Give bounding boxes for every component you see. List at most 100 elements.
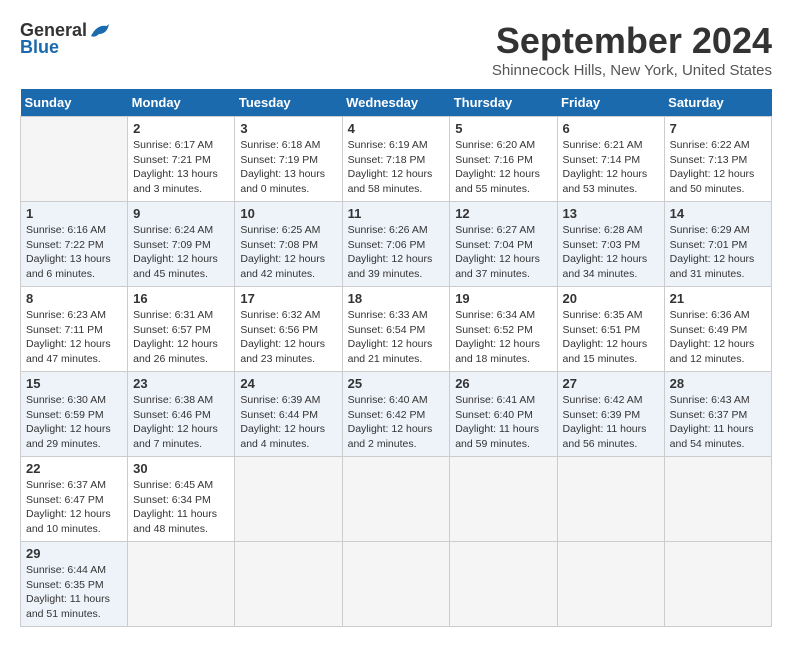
table-row: 8 Sunrise: 6:23 AM Sunset: 7:11 PM Daylig…: [21, 287, 128, 372]
table-row: [557, 542, 664, 627]
day-detail: Sunrise: 6:30 AM Sunset: 6:59 PM Dayligh…: [26, 393, 122, 452]
day-number: 16: [133, 291, 229, 306]
day-number: 21: [670, 291, 766, 306]
day-detail: Sunrise: 6:26 AM Sunset: 7:06 PM Dayligh…: [348, 223, 445, 282]
table-row: 28 Sunrise: 6:43 AM Sunset: 6:37 PM Dayli…: [664, 372, 771, 457]
day-number: 25: [348, 376, 445, 391]
table-row: 7 Sunrise: 6:22 AM Sunset: 7:13 PM Daylig…: [664, 117, 771, 202]
day-detail: Sunrise: 6:29 AM Sunset: 7:01 PM Dayligh…: [670, 223, 766, 282]
table-row: [664, 542, 771, 627]
day-detail: Sunrise: 6:20 AM Sunset: 7:16 PM Dayligh…: [455, 138, 551, 197]
day-number: 24: [240, 376, 336, 391]
day-detail: Sunrise: 6:19 AM Sunset: 7:18 PM Dayligh…: [348, 138, 445, 197]
table-row: 29Sunrise: 6:44 AM Sunset: 6:35 PM Dayli…: [21, 542, 128, 627]
table-row: 26 Sunrise: 6:41 AM Sunset: 6:40 PM Dayli…: [450, 372, 557, 457]
day-number: 5: [455, 121, 551, 136]
day-detail: Sunrise: 6:21 AM Sunset: 7:14 PM Dayligh…: [563, 138, 659, 197]
table-row: [450, 457, 557, 542]
day-detail: Sunrise: 6:23 AM Sunset: 7:11 PM Dayligh…: [26, 308, 122, 367]
calendar-week-row: 2 Sunrise: 6:17 AM Sunset: 7:21 PM Daylig…: [21, 117, 772, 202]
table-row: 24 Sunrise: 6:39 AM Sunset: 6:44 PM Dayli…: [235, 372, 342, 457]
calendar-week-row: 29Sunrise: 6:44 AM Sunset: 6:35 PM Dayli…: [21, 542, 772, 627]
table-row: [557, 457, 664, 542]
table-row: 10 Sunrise: 6:25 AM Sunset: 7:08 PM Dayli…: [235, 202, 342, 287]
col-friday: Friday: [557, 89, 664, 117]
day-number: 10: [240, 206, 336, 221]
calendar-header-row: Sunday Monday Tuesday Wednesday Thursday…: [21, 89, 772, 117]
table-row: 4Sunrise: 6:19 AM Sunset: 7:18 PM Daylig…: [342, 117, 450, 202]
day-number: 8: [26, 291, 122, 306]
calendar-header: September 2024 Shinnecock Hills, New Yor…: [492, 20, 772, 79]
day-number: 6: [563, 121, 659, 136]
table-row: 17 Sunrise: 6:32 AM Sunset: 6:56 PM Dayli…: [235, 287, 342, 372]
day-number: 18: [348, 291, 445, 306]
day-detail: Sunrise: 6:39 AM Sunset: 6:44 PM Dayligh…: [240, 393, 336, 452]
col-thursday: Thursday: [450, 89, 557, 117]
table-row: 16Sunrise: 6:31 AM Sunset: 6:57 PM Dayli…: [128, 287, 235, 372]
day-number: 13: [563, 206, 659, 221]
calendar-subtitle: Shinnecock Hills, New York, United State…: [492, 62, 772, 79]
day-number: 9: [133, 206, 229, 221]
col-monday: Monday: [128, 89, 235, 117]
table-row: 22 Sunrise: 6:37 AM Sunset: 6:47 PM Dayli…: [21, 457, 128, 542]
day-detail: Sunrise: 6:41 AM Sunset: 6:40 PM Dayligh…: [455, 393, 551, 452]
table-row: 9 Sunrise: 6:24 AM Sunset: 7:09 PM Daylig…: [128, 202, 235, 287]
day-number: 23: [133, 376, 229, 391]
day-detail: Sunrise: 6:22 AM Sunset: 7:13 PM Dayligh…: [670, 138, 766, 197]
day-detail: Sunrise: 6:24 AM Sunset: 7:09 PM Dayligh…: [133, 223, 229, 282]
table-row: 27Sunrise: 6:42 AM Sunset: 6:39 PM Dayli…: [557, 372, 664, 457]
day-detail: Sunrise: 6:17 AM Sunset: 7:21 PM Dayligh…: [133, 138, 229, 197]
day-number: 7: [670, 121, 766, 136]
table-row: 2 Sunrise: 6:17 AM Sunset: 7:21 PM Daylig…: [128, 117, 235, 202]
table-row: [664, 457, 771, 542]
calendar-title: September 2024: [492, 20, 772, 62]
day-number: 2: [133, 121, 229, 136]
day-detail: Sunrise: 6:35 AM Sunset: 6:51 PM Dayligh…: [563, 308, 659, 367]
table-row: 12Sunrise: 6:27 AM Sunset: 7:04 PM Dayli…: [450, 202, 557, 287]
day-detail: Sunrise: 6:42 AM Sunset: 6:39 PM Dayligh…: [563, 393, 659, 452]
day-number: 19: [455, 291, 551, 306]
day-detail: Sunrise: 6:37 AM Sunset: 6:47 PM Dayligh…: [26, 478, 122, 537]
day-detail: Sunrise: 6:36 AM Sunset: 6:49 PM Dayligh…: [670, 308, 766, 367]
day-detail: Sunrise: 6:28 AM Sunset: 7:03 PM Dayligh…: [563, 223, 659, 282]
day-number: 3: [240, 121, 336, 136]
col-sunday: Sunday: [21, 89, 128, 117]
day-number: 14: [670, 206, 766, 221]
table-row: 23 Sunrise: 6:38 AM Sunset: 6:46 PM Dayli…: [128, 372, 235, 457]
table-row: 21 Sunrise: 6:36 AM Sunset: 6:49 PM Dayli…: [664, 287, 771, 372]
calendar-week-row: 15Sunrise: 6:30 AM Sunset: 6:59 PM Dayli…: [21, 372, 772, 457]
day-detail: Sunrise: 6:25 AM Sunset: 7:08 PM Dayligh…: [240, 223, 336, 282]
day-detail: Sunrise: 6:45 AM Sunset: 6:34 PM Dayligh…: [133, 478, 229, 537]
day-number: 26: [455, 376, 551, 391]
table-row: 13 Sunrise: 6:28 AM Sunset: 7:03 PM Dayli…: [557, 202, 664, 287]
day-number: 17: [240, 291, 336, 306]
table-row: [342, 542, 450, 627]
col-saturday: Saturday: [664, 89, 771, 117]
day-detail: Sunrise: 6:32 AM Sunset: 6:56 PM Dayligh…: [240, 308, 336, 367]
table-row: 5 Sunrise: 6:20 AM Sunset: 7:16 PM Daylig…: [450, 117, 557, 202]
table-row: 3Sunrise: 6:18 AM Sunset: 7:19 PM Daylig…: [235, 117, 342, 202]
day-number: 30: [133, 461, 229, 476]
day-number: 22: [26, 461, 122, 476]
table-row: 30 Sunrise: 6:45 AM Sunset: 6:34 PM Dayli…: [128, 457, 235, 542]
day-detail: Sunrise: 6:38 AM Sunset: 6:46 PM Dayligh…: [133, 393, 229, 452]
day-detail: Sunrise: 6:27 AM Sunset: 7:04 PM Dayligh…: [455, 223, 551, 282]
calendar-week-row: 8 Sunrise: 6:23 AM Sunset: 7:11 PM Daylig…: [21, 287, 772, 372]
day-detail: Sunrise: 6:34 AM Sunset: 6:52 PM Dayligh…: [455, 308, 551, 367]
table-row: 19 Sunrise: 6:34 AM Sunset: 6:52 PM Dayli…: [450, 287, 557, 372]
table-row: 14 Sunrise: 6:29 AM Sunset: 7:01 PM Dayli…: [664, 202, 771, 287]
logo: General Blue: [20, 20, 111, 58]
logo-blue-text: Blue: [20, 37, 59, 58]
day-number: 28: [670, 376, 766, 391]
day-number: 20: [563, 291, 659, 306]
table-row: [342, 457, 450, 542]
day-number: 29: [26, 546, 122, 561]
day-number: 1: [26, 206, 122, 221]
table-row: 20 Sunrise: 6:35 AM Sunset: 6:51 PM Dayli…: [557, 287, 664, 372]
day-detail: Sunrise: 6:33 AM Sunset: 6:54 PM Dayligh…: [348, 308, 445, 367]
table-row: 1Sunrise: 6:16 AM Sunset: 7:22 PM Daylig…: [21, 202, 128, 287]
day-number: 11: [348, 206, 445, 221]
day-detail: Sunrise: 6:43 AM Sunset: 6:37 PM Dayligh…: [670, 393, 766, 452]
table-row: 11 Sunrise: 6:26 AM Sunset: 7:06 PM Dayli…: [342, 202, 450, 287]
calendar-week-row: 22 Sunrise: 6:37 AM Sunset: 6:47 PM Dayli…: [21, 457, 772, 542]
